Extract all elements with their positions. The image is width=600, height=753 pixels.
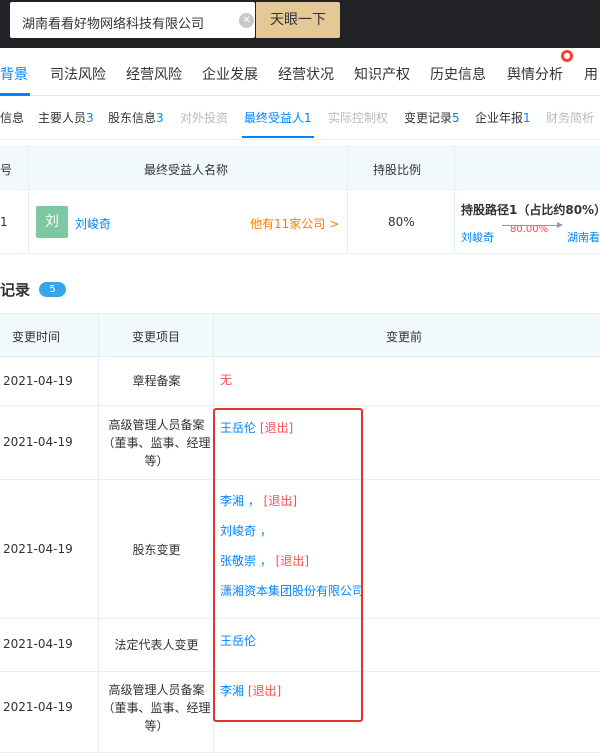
subtab-info[interactable]: 信息 (0, 109, 24, 126)
change-date: 2021-04-19 (3, 374, 73, 388)
table-row: 1 刘 刘峻奇 他有11家公司 > 80% 持股路径1（占比约80%） 刘峻奇 … (0, 190, 600, 254)
beneficiary-name-link[interactable]: 刘峻奇 (75, 215, 111, 232)
subtab-beneficiary[interactable]: 最终受益人1 (244, 109, 312, 126)
subtab-shareholders[interactable]: 股东信息3 (108, 109, 164, 126)
subtab-change-records[interactable]: 变更记录5 (404, 109, 460, 126)
search-input-value[interactable]: 湖南看看好物网络科技有限公司 (22, 13, 204, 32)
arrow-right-icon (557, 222, 563, 228)
subtab-investments: 对外投资 (180, 111, 229, 125)
header-index: 号 (0, 163, 13, 177)
tab-more[interactable]: 用 (584, 64, 598, 84)
change-item: 法定代表人变更 (114, 638, 199, 652)
change-table-header: 变更时间 变更项目 变更前 (0, 313, 600, 357)
row-index: 1 (0, 215, 8, 229)
tab-operating-risk[interactable]: 经营风险 (126, 64, 182, 84)
tab-history[interactable]: 历史信息 (430, 64, 486, 84)
tab-ip[interactable]: 知识产权 (354, 64, 410, 84)
path-to-link[interactable]: 湖南看 (567, 229, 600, 245)
section-count-badge: 5 (39, 282, 66, 297)
path-line (502, 225, 560, 226)
clear-icon[interactable]: ✕ (239, 13, 254, 28)
section-title: 记录 (0, 281, 31, 299)
top-search-bar: 湖南看看好物网络科技有限公司 ✕ 天眼一下 (0, 0, 600, 48)
subtab-finance: 财务简析 (546, 111, 595, 125)
header-beneficiary-name: 最终受益人名称 (144, 163, 229, 177)
change-date: 2021-04-19 (3, 435, 73, 449)
change-date: 2021-04-19 (3, 637, 73, 651)
notification-badge: ● (561, 50, 573, 62)
change-item: 高级管理人员备案（董事、监事、经理等） (102, 418, 211, 468)
path-title: 持股路径1（占比约80%） (461, 203, 600, 217)
header-ratio: 持股比例 (373, 163, 422, 177)
header-before: 变更前 (386, 330, 423, 344)
search-input[interactable]: 湖南看看好物网络科技有限公司 ✕ (10, 2, 255, 38)
sub-nav: 信息 主要人员3 股东信息3 对外投资 最终受益人1 实际控制权 变更记录5 企… (0, 96, 600, 140)
header-change-item: 变更项目 (132, 330, 181, 344)
change-date: 2021-04-19 (3, 700, 73, 714)
change-date: 2021-04-19 (3, 542, 73, 556)
tab-background[interactable]: 背景 (0, 64, 28, 84)
change-item: 股东变更 (132, 543, 181, 557)
table-row: 2021-04-19 章程备案 无 (0, 357, 600, 406)
search-button[interactable]: 天眼一下 (256, 2, 340, 38)
tab-sentiment[interactable]: 舆情分析 (507, 64, 563, 84)
tab-judicial-risk[interactable]: 司法风险 (50, 64, 106, 84)
share-ratio: 80% (388, 215, 415, 229)
beneficiary-table-header: 号 最终受益人名称 持股比例 (0, 146, 600, 190)
subtab-annual-report[interactable]: 企业年报1 (475, 109, 531, 126)
tab-operation-status[interactable]: 经营状况 (278, 64, 334, 84)
tab-development[interactable]: 企业发展 (202, 64, 258, 84)
highlight-annotation-box (213, 408, 363, 722)
avatar: 刘 (36, 206, 68, 238)
before-value: 无 (220, 373, 233, 387)
path-from-link[interactable]: 刘峻奇 (461, 229, 494, 245)
change-item: 高级管理人员备案（董事、监事、经理等） (102, 683, 211, 733)
other-companies-link[interactable]: 他有11家公司 > (250, 215, 339, 232)
subtab-control: 实际控制权 (328, 111, 389, 125)
active-subtab-indicator (242, 136, 314, 138)
header-change-time: 变更时间 (12, 330, 61, 344)
change-item: 章程备案 (132, 374, 181, 388)
subtab-key-personnel[interactable]: 主要人员3 (38, 109, 94, 126)
main-nav: 背景 司法风险 经营风险 企业发展 经营状况 知识产权 历史信息 舆情分析 用 (0, 48, 600, 96)
